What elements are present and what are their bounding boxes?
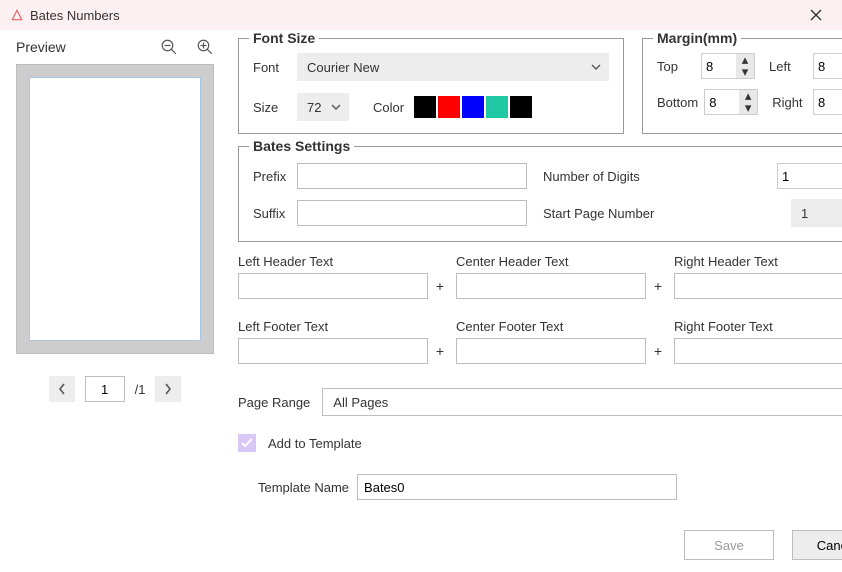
preview-label: Preview — [16, 39, 142, 55]
template-name-input[interactable] — [357, 474, 677, 500]
page-total: /1 — [135, 382, 146, 397]
color-swatch-0[interactable] — [414, 96, 436, 118]
color-swatches — [414, 96, 532, 118]
suffix-label: Suffix — [253, 206, 289, 221]
margin-legend: Margin(mm) — [653, 30, 741, 46]
cancel-button[interactable]: Cancel — [792, 530, 842, 560]
center-footer-label: Center Footer Text — [456, 319, 664, 334]
margin-left-label: Left — [769, 59, 807, 74]
font-label: Font — [253, 60, 287, 75]
size-select[interactable]: 72 — [297, 93, 349, 121]
prefix-input[interactable] — [297, 163, 527, 189]
digits-input[interactable]: ▴▾ — [777, 163, 842, 189]
template-name-label: Template Name — [258, 480, 349, 495]
add-template-checkbox[interactable] — [238, 434, 256, 452]
font-select[interactable]: Courier New — [297, 53, 609, 81]
digits-value[interactable] — [778, 169, 842, 184]
add-center-header-button[interactable]: + — [652, 278, 664, 294]
size-label: Size — [253, 100, 287, 115]
right-footer-input[interactable] — [674, 338, 842, 364]
margin-left-value[interactable] — [814, 59, 842, 74]
preview-page — [29, 77, 201, 341]
pager: /1 — [16, 376, 214, 402]
page-input[interactable] — [85, 376, 125, 402]
page-range-value: All Pages — [333, 395, 388, 410]
close-icon — [810, 9, 822, 21]
zoom-in-icon[interactable] — [196, 38, 214, 56]
font-size-fieldset: Font Size Font Courier New Size 72 Color — [238, 38, 624, 134]
margin-top-label: Top — [657, 59, 695, 74]
margin-right-input[interactable]: ▴▾ — [813, 89, 842, 115]
right-footer-label: Right Footer Text — [674, 319, 842, 334]
font-value: Courier New — [307, 60, 379, 75]
margin-right-value[interactable] — [814, 95, 842, 110]
add-left-footer-button[interactable]: + — [434, 343, 446, 359]
center-header-label: Center Header Text — [456, 254, 664, 269]
bates-legend: Bates Settings — [249, 138, 354, 154]
digits-label: Number of Digits — [543, 169, 640, 184]
color-swatch-4[interactable] — [510, 96, 532, 118]
chevron-down-icon — [591, 64, 601, 70]
page-range-label: Page Range — [238, 395, 310, 410]
add-center-footer-button[interactable]: + — [652, 343, 664, 359]
margin-bottom-label: Bottom — [657, 95, 698, 110]
center-header-input[interactable] — [456, 273, 646, 299]
suffix-input[interactable] — [297, 200, 527, 226]
margin-right-label: Right — [772, 95, 807, 110]
center-footer-input[interactable] — [456, 338, 646, 364]
page-range-select[interactable]: All Pages — [322, 388, 842, 416]
zoom-out-icon[interactable] — [160, 38, 178, 56]
font-size-legend: Font Size — [249, 30, 319, 46]
start-page-select[interactable]: 1 — [791, 199, 842, 227]
bates-settings-fieldset: Bates Settings Prefix Number of Digits ▴… — [238, 146, 842, 242]
spin-down-icon[interactable]: ▾ — [739, 102, 757, 114]
color-swatch-3[interactable] — [486, 96, 508, 118]
margin-top-input[interactable]: ▴▾ — [701, 53, 755, 79]
right-header-input[interactable] — [674, 273, 842, 299]
chevron-down-icon — [331, 104, 341, 110]
app-icon — [10, 8, 24, 22]
check-icon — [241, 438, 253, 448]
color-swatch-1[interactable] — [438, 96, 460, 118]
chevron-left-icon — [58, 383, 66, 395]
right-header-label: Right Header Text — [674, 254, 842, 269]
prev-page-button[interactable] — [49, 376, 75, 402]
save-button[interactable]: Save — [684, 530, 774, 560]
start-page-label: Start Page Number — [543, 206, 654, 221]
margin-top-value[interactable] — [702, 59, 736, 74]
left-footer-input[interactable] — [238, 338, 428, 364]
spin-down-icon[interactable]: ▾ — [736, 66, 754, 78]
color-swatch-2[interactable] — [462, 96, 484, 118]
add-template-label: Add to Template — [268, 436, 362, 451]
add-left-header-button[interactable]: + — [434, 278, 446, 294]
preview-area — [16, 64, 214, 354]
chevron-right-icon — [164, 383, 172, 395]
left-header-label: Left Header Text — [238, 254, 446, 269]
margin-bottom-value[interactable] — [705, 95, 739, 110]
margin-left-input[interactable]: ▴▾ — [813, 53, 842, 79]
titlebar: Bates Numbers — [0, 0, 842, 30]
window-title: Bates Numbers — [30, 8, 796, 23]
left-footer-label: Left Footer Text — [238, 319, 446, 334]
left-header-input[interactable] — [238, 273, 428, 299]
size-value: 72 — [307, 100, 321, 115]
margin-fieldset: Margin(mm) Top ▴▾ Left ▴▾ Bottom ▴▾ Righ… — [642, 38, 842, 134]
close-button[interactable] — [796, 0, 836, 30]
color-label: Color — [373, 100, 404, 115]
next-page-button[interactable] — [155, 376, 181, 402]
start-page-value: 1 — [801, 206, 808, 221]
prefix-label: Prefix — [253, 169, 289, 184]
margin-bottom-input[interactable]: ▴▾ — [704, 89, 758, 115]
